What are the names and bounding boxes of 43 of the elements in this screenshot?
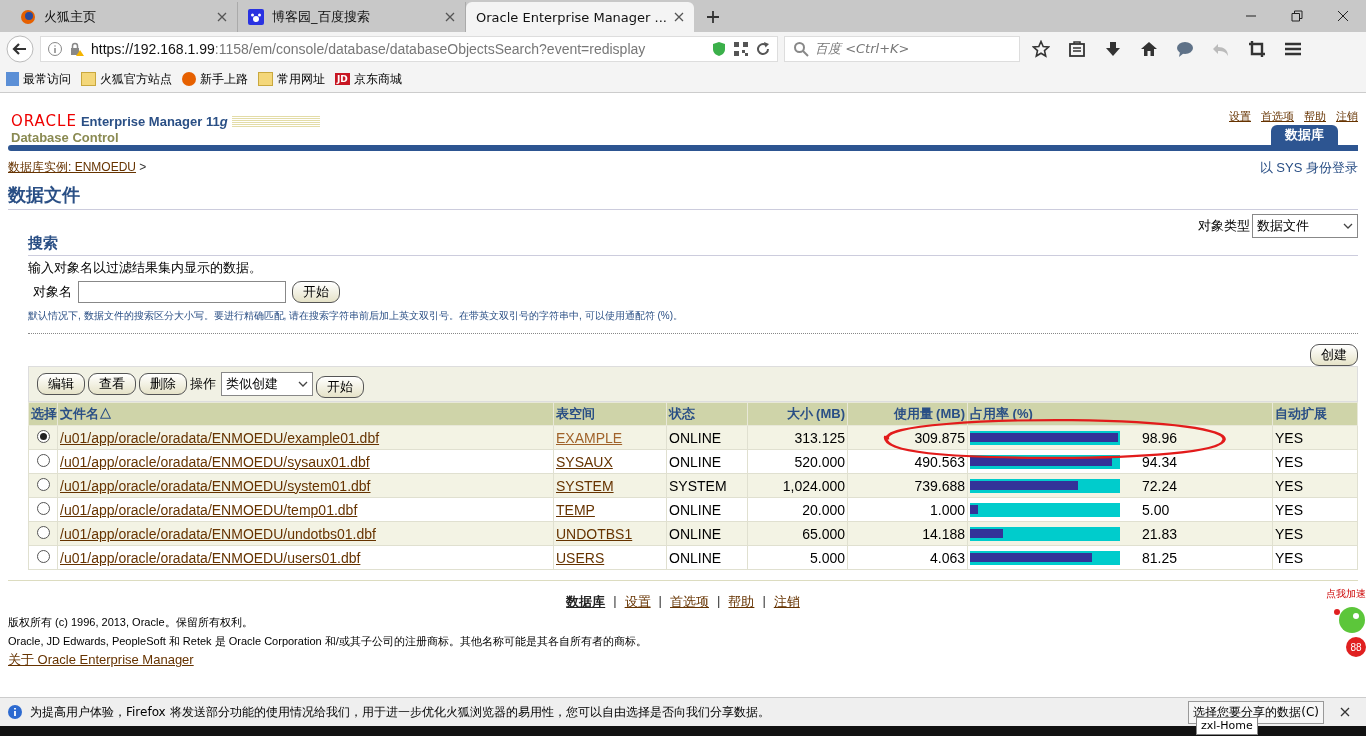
table-cell: 313.125 <box>747 425 848 450</box>
page-title: 数据文件 <box>8 183 1358 210</box>
login-status: 以 SYS 身份登录 <box>1259 159 1358 177</box>
trademark-text: Oracle, JD Edwards, PeopleSoft 和 Retek 是 Oracle Corporation 和/或其子公司的注册商标。其他名称可能是其各自所有者的商标。 <box>8 634 647 649</box>
table-cell: 520.000 <box>747 449 848 474</box>
table-cell: 81.25 <box>1142 549 1178 566</box>
oracle-logo: ORACLE <box>11 112 77 130</box>
table-cell: 20.000 <box>747 497 848 522</box>
table-cell: ONLINE <box>666 449 748 474</box>
notification-text: 为提高用户体验，Firefox 将发送部分功能的使用情况给我们，用于进一步优化火狐浏览器的易用性，您可以自由选择是否向我们分享数据。 <box>30 703 771 721</box>
table-cell: 1,024.000 <box>747 473 848 498</box>
table-cell: YES <box>1272 545 1358 570</box>
search-hint: 默认情况下, 数据文件的搜索区分大小写。要进行精确匹配, 请在搜索字符串前后加上英文双引号。在带英文双引号的字符串中, 可以使用通配符 (%)。 <box>28 309 684 323</box>
table-cell: 98.96 <box>1142 429 1178 446</box>
table-cell: 1.000 <box>847 497 968 522</box>
table-cell: 65.000 <box>747 521 848 546</box>
table-cell: 5.000 <box>747 545 848 570</box>
link-separator: | <box>613 593 617 610</box>
table-cell: 739.688 <box>847 473 968 498</box>
search-intro: 输入对象名以过滤结果集内显示的数据。 <box>28 259 263 277</box>
link-separator: | <box>717 593 721 610</box>
action-label: 操作 <box>190 375 216 393</box>
table-cell: ONLINE <box>666 545 748 570</box>
table-cell: 72.24 <box>1142 477 1178 494</box>
breadcrumb-separator: > <box>139 160 147 174</box>
link-separator: | <box>762 593 766 610</box>
product-subtitle: Database Control <box>10 130 120 145</box>
object-type-label: 对象类型 <box>1198 217 1250 235</box>
link-separator: | <box>658 593 662 610</box>
table-cell: YES <box>1272 449 1358 474</box>
table-cell: YES <box>1272 497 1358 522</box>
table-cell: 4.063 <box>847 545 968 570</box>
copyright-text: 版权所有 (c) 1996, 2013, Oracle。保留所有权利。 <box>8 615 253 630</box>
tooltip: zxl-Home <box>1196 717 1258 735</box>
product-name: Enterprise Manager 11g <box>80 113 228 129</box>
search-heading: 搜索 <box>28 234 1358 256</box>
object-name-label: 对象名 <box>33 283 72 301</box>
table-cell: 5.00 <box>1142 501 1170 518</box>
table-cell: 94.34 <box>1142 453 1178 470</box>
table-cell: 490.563 <box>847 449 968 474</box>
table-cell: 21.83 <box>1142 525 1178 542</box>
table-cell: 14.188 <box>847 521 968 546</box>
table-cell: ONLINE <box>666 497 748 522</box>
